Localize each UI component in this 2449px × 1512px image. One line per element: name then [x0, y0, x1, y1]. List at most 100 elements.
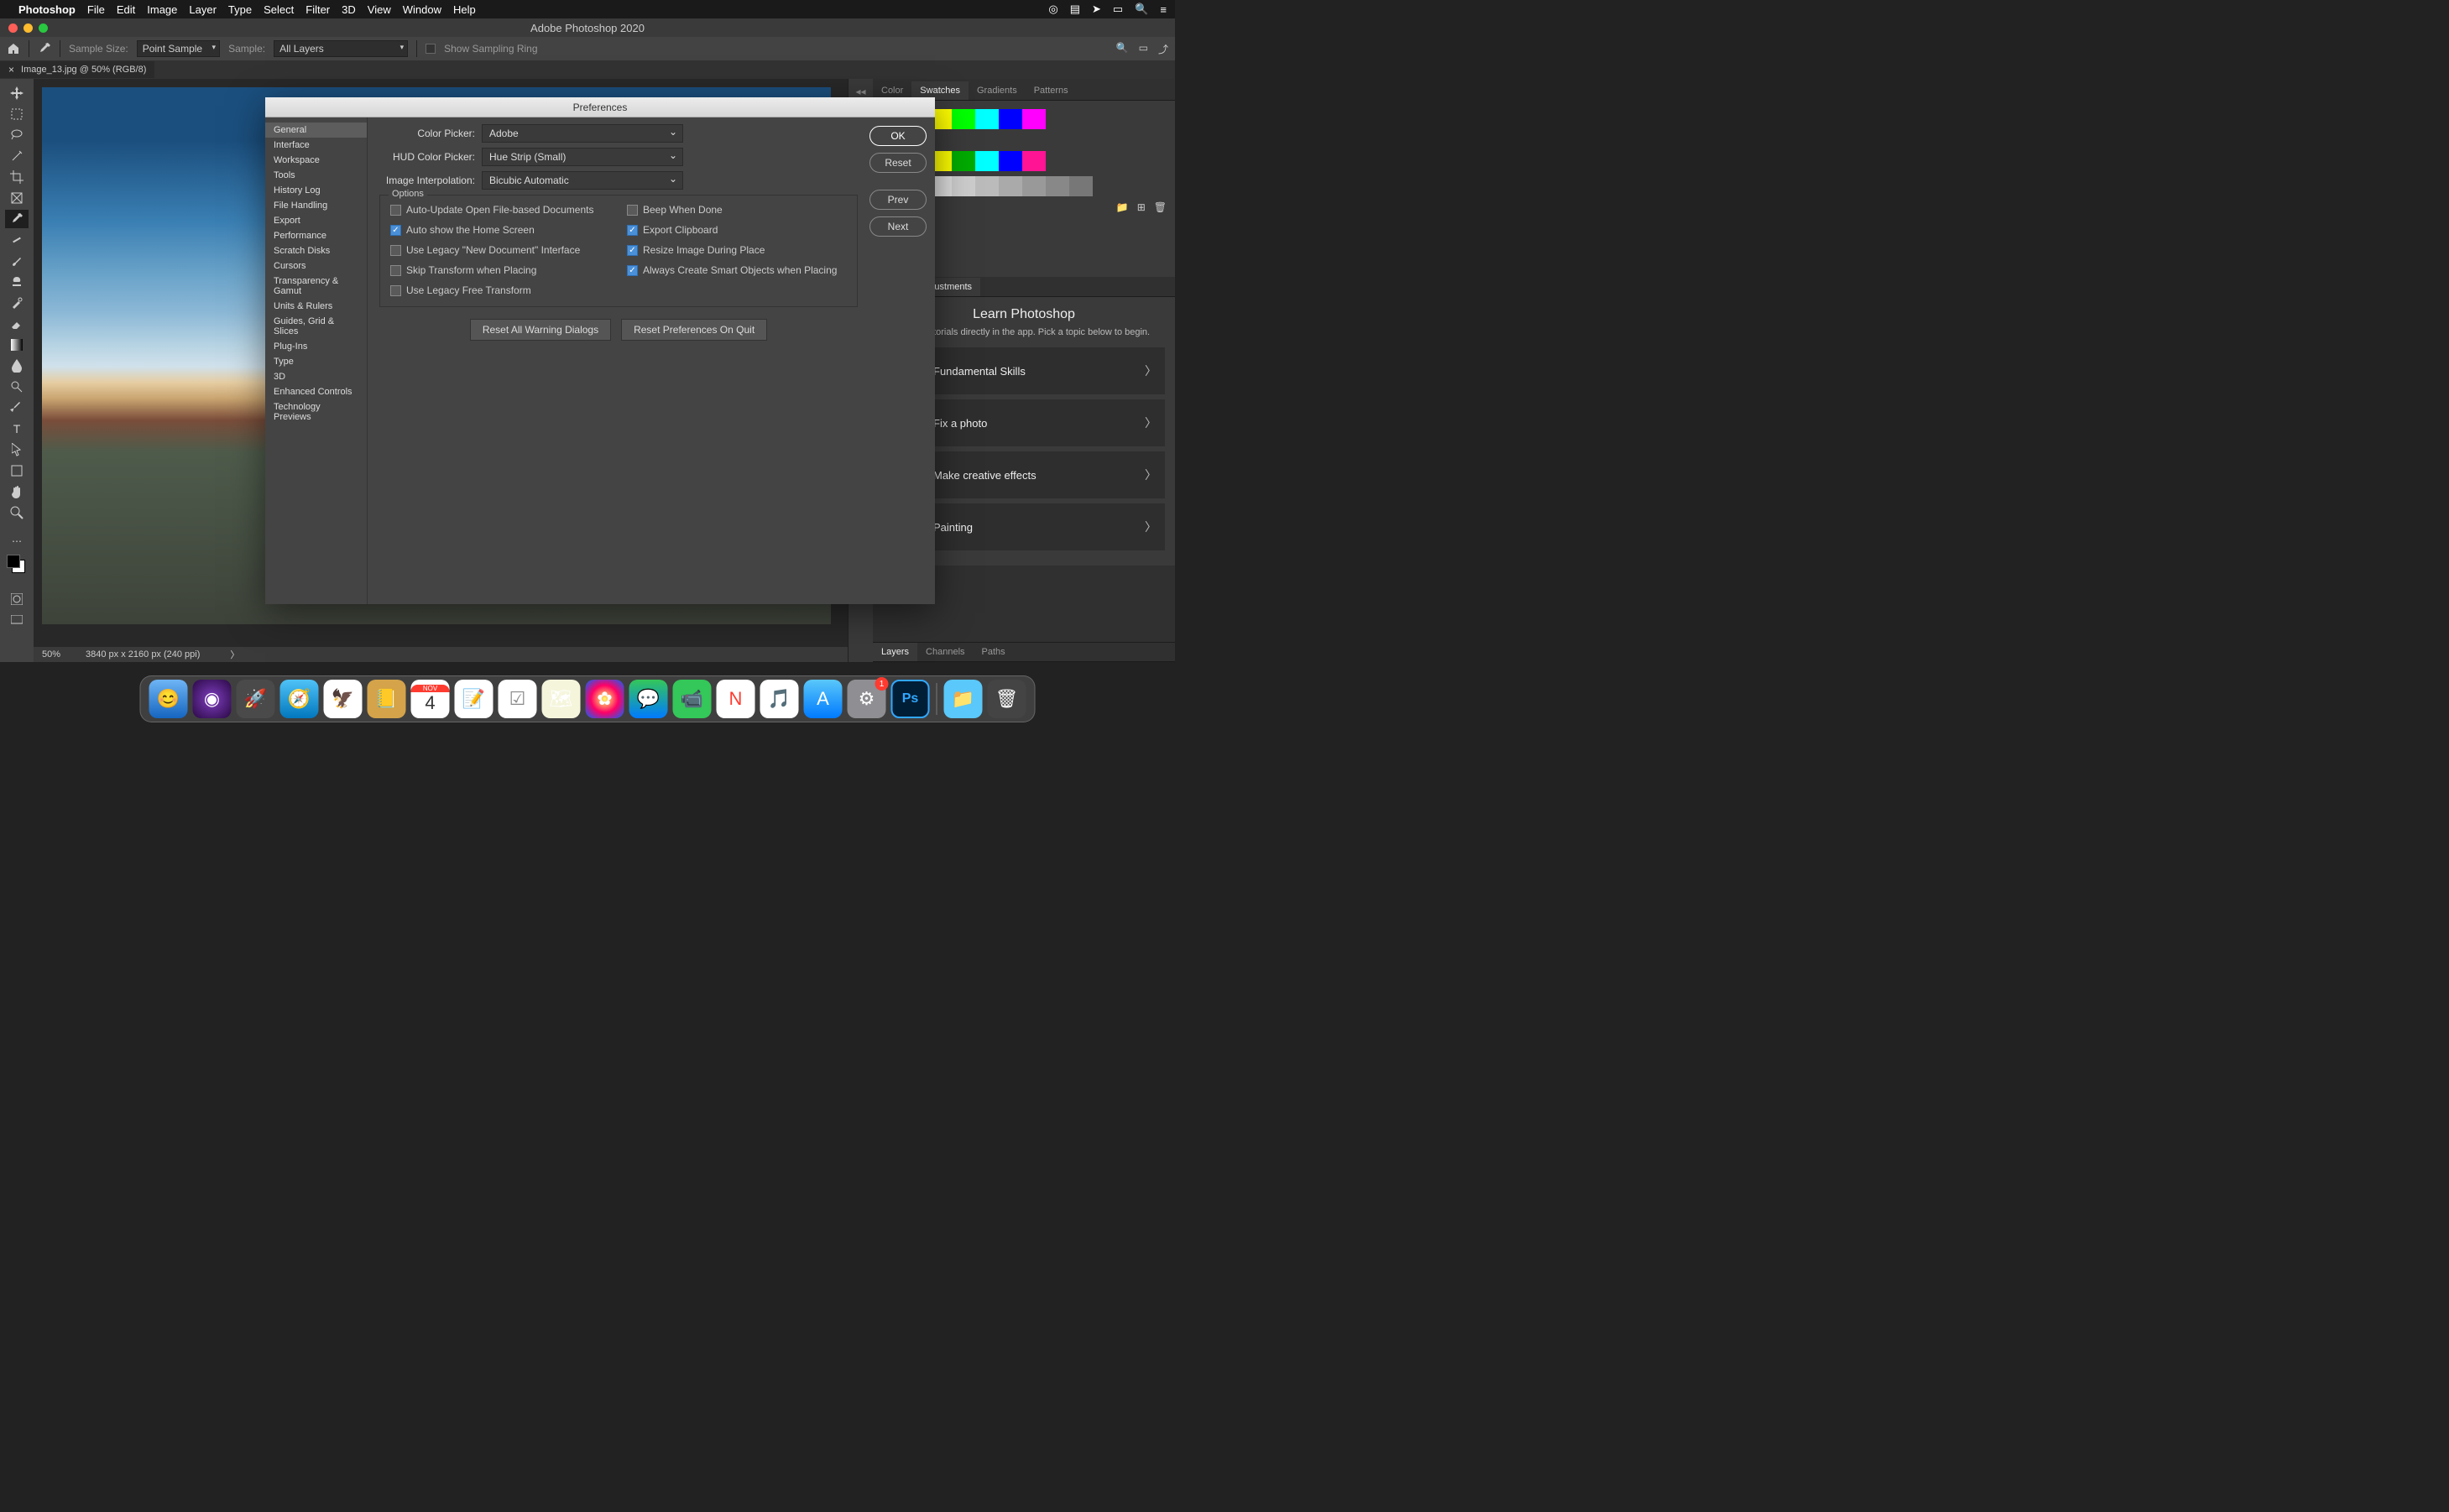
path-select-tool[interactable] [5, 441, 29, 459]
type-tool[interactable]: T [5, 420, 29, 438]
pref-cat-technology-previews[interactable]: Technology Previews [265, 399, 367, 425]
menu-window[interactable]: Window [403, 3, 441, 16]
zoom-window-button[interactable] [39, 23, 48, 33]
checkbox[interactable] [390, 265, 401, 276]
appstore-icon[interactable]: A [804, 680, 843, 718]
messages-icon[interactable]: 💬 [629, 680, 668, 718]
trash-icon[interactable]: 🗑 [988, 680, 1026, 718]
swatch[interactable] [975, 176, 999, 196]
menu-select[interactable]: Select [264, 3, 294, 16]
menu-image[interactable]: Image [147, 3, 177, 16]
swatch[interactable] [952, 176, 975, 196]
menu-type[interactable]: Type [228, 3, 252, 16]
move-tool[interactable] [5, 84, 29, 102]
safari-icon[interactable]: 🧭 [280, 680, 319, 718]
pref-option[interactable]: Beep When Done [627, 204, 847, 216]
history-brush-tool[interactable] [5, 294, 29, 312]
next-button[interactable]: Next [869, 216, 927, 237]
menu-filter[interactable]: Filter [305, 3, 330, 16]
folder-icon[interactable]: 📁 [1116, 201, 1129, 213]
pref-cat-general[interactable]: General [265, 123, 367, 138]
brush-tool[interactable] [5, 252, 29, 270]
pref-cat-interface[interactable]: Interface [265, 138, 367, 153]
stamp-tool[interactable] [5, 273, 29, 291]
info-arrow-icon[interactable]: 〉 [230, 648, 239, 661]
reminders-icon[interactable]: ☑ [499, 680, 537, 718]
pref-option[interactable]: Use Legacy "New Document" Interface [390, 244, 610, 256]
checkbox[interactable] [390, 285, 401, 296]
display-icon[interactable]: ▭ [1113, 3, 1123, 16]
hamburger-icon[interactable]: ≡ [1160, 3, 1167, 16]
minimize-window-button[interactable] [23, 23, 33, 33]
swatch[interactable] [1046, 176, 1069, 196]
healing-tool[interactable] [5, 231, 29, 249]
delete-swatch-icon[interactable]: 🗑 [1154, 201, 1167, 213]
search-icon[interactable]: 🔍 [1116, 42, 1129, 56]
music-icon[interactable]: 🎵 [760, 680, 799, 718]
screen-mode-icon[interactable] [5, 611, 29, 629]
pref-dropdown[interactable]: Hue Strip (Small) [482, 148, 683, 166]
zoom-level[interactable]: 50% [42, 649, 60, 660]
pen-tool[interactable] [5, 399, 29, 417]
swatch[interactable] [975, 151, 999, 171]
checkbox[interactable]: ✓ [390, 225, 401, 236]
pref-cat-plug-ins[interactable]: Plug-Ins [265, 339, 367, 354]
show-sampling-ring-checkbox[interactable] [426, 44, 436, 54]
pref-option[interactable]: ✓Always Create Smart Objects when Placin… [627, 264, 847, 276]
cc-icon[interactable]: ◎ [1048, 3, 1057, 16]
pref-cat-type[interactable]: Type [265, 354, 367, 369]
close-tab-icon[interactable]: × [8, 64, 14, 76]
app-name[interactable]: Photoshop [18, 3, 76, 16]
close-window-button[interactable] [8, 23, 18, 33]
facetime-icon[interactable]: 📹 [673, 680, 712, 718]
settings-icon[interactable]: ⚙1 [848, 680, 886, 718]
downloads-icon[interactable]: 📁 [944, 680, 983, 718]
shape-tool[interactable] [5, 461, 29, 480]
pref-cat-file-handling[interactable]: File Handling [265, 198, 367, 213]
pref-option[interactable]: ✓Resize Image During Place [627, 244, 847, 256]
gradient-tool[interactable] [5, 336, 29, 354]
eyedropper-icon[interactable] [38, 42, 51, 55]
workspace-icon[interactable]: ▭ [1139, 42, 1148, 56]
swatch[interactable] [1022, 151, 1046, 171]
document-tab[interactable]: × Image_13.jpg @ 50% (RGB/8) [0, 61, 154, 78]
pref-cat-tools[interactable]: Tools [265, 168, 367, 183]
pref-cat-transparency-gamut[interactable]: Transparency & Gamut [265, 274, 367, 299]
menu-3d[interactable]: 3D [342, 3, 356, 16]
ok-button[interactable]: OK [869, 126, 927, 146]
pref-cat-cursors[interactable]: Cursors [265, 258, 367, 274]
crop-tool[interactable] [5, 168, 29, 186]
blur-tool[interactable] [5, 357, 29, 375]
color-swatches[interactable] [5, 553, 29, 576]
notify-icon[interactable]: ▤ [1070, 3, 1080, 16]
checkbox[interactable] [390, 245, 401, 256]
swatch[interactable] [1022, 176, 1046, 196]
pref-option[interactable]: Skip Transform when Placing [390, 264, 610, 276]
bluetooth-icon[interactable]: ➤ [1092, 3, 1101, 16]
pref-cat--d[interactable]: 3D [265, 369, 367, 384]
tab-channels[interactable]: Channels [917, 643, 973, 661]
pref-cat-units-rulers[interactable]: Units & Rulers [265, 299, 367, 314]
eyedropper-tool[interactable] [5, 210, 29, 228]
pref-option[interactable]: Use Legacy Free Transform [390, 284, 610, 296]
swatch[interactable] [999, 151, 1022, 171]
sample-select[interactable]: All Layers [274, 40, 408, 57]
checkbox[interactable]: ✓ [627, 225, 638, 236]
swatch[interactable] [975, 109, 999, 129]
pref-dropdown[interactable]: Bicubic Automatic [482, 171, 683, 190]
menu-file[interactable]: File [87, 3, 105, 16]
contacts-icon[interactable]: 📒 [368, 680, 406, 718]
pref-cat-workspace[interactable]: Workspace [265, 153, 367, 168]
magic-wand-tool[interactable] [5, 147, 29, 165]
dodge-tool[interactable] [5, 378, 29, 396]
swatch[interactable] [1022, 109, 1046, 129]
tab-paths[interactable]: Paths [974, 643, 1014, 661]
lasso-tool[interactable] [5, 126, 29, 144]
tab-patterns[interactable]: Patterns [1026, 81, 1077, 100]
swatch[interactable] [999, 176, 1022, 196]
frame-tool[interactable] [5, 189, 29, 207]
calendar-icon[interactable]: NOV4 [411, 680, 450, 718]
pref-cat-export[interactable]: Export [265, 213, 367, 228]
spotlight-icon[interactable]: 🔍 [1135, 3, 1148, 16]
more-tools-icon[interactable]: ⋯ [5, 532, 29, 550]
